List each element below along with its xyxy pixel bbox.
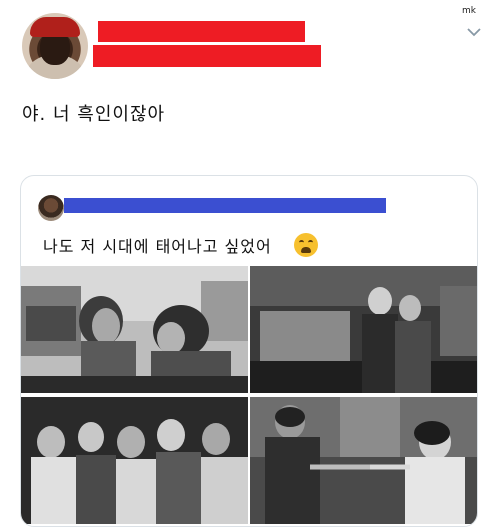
quoted-tweet-card[interactable]: 나도 저 시대에 태어나고 싶었어 — [20, 175, 478, 527]
photo-soda-fountain-couple[interactable] — [250, 266, 477, 393]
tweet-text: 야. 너 흑인이잖아 — [22, 104, 166, 125]
photo-grid — [21, 266, 477, 526]
quoted-avatar — [38, 195, 64, 221]
watermark: mk — [462, 6, 476, 16]
quoted-tweet-text: 나도 저 시대에 태어나고 싶었어 — [43, 237, 272, 256]
quoted-tweet-text-row: 나도 저 시대에 태어나고 싶었어 — [43, 233, 318, 257]
profile-avatar[interactable] — [22, 13, 88, 79]
redacted-quoted-username — [64, 198, 386, 213]
redacted-display-name — [98, 21, 305, 42]
photo-dance-crowd[interactable] — [21, 397, 248, 524]
redacted-username — [93, 45, 321, 67]
weary-face-emoji-icon — [293, 233, 318, 257]
photo-dancing-couple[interactable] — [250, 397, 477, 524]
photo-diner-couple[interactable] — [21, 266, 248, 393]
chevron-down-icon[interactable] — [466, 24, 482, 40]
